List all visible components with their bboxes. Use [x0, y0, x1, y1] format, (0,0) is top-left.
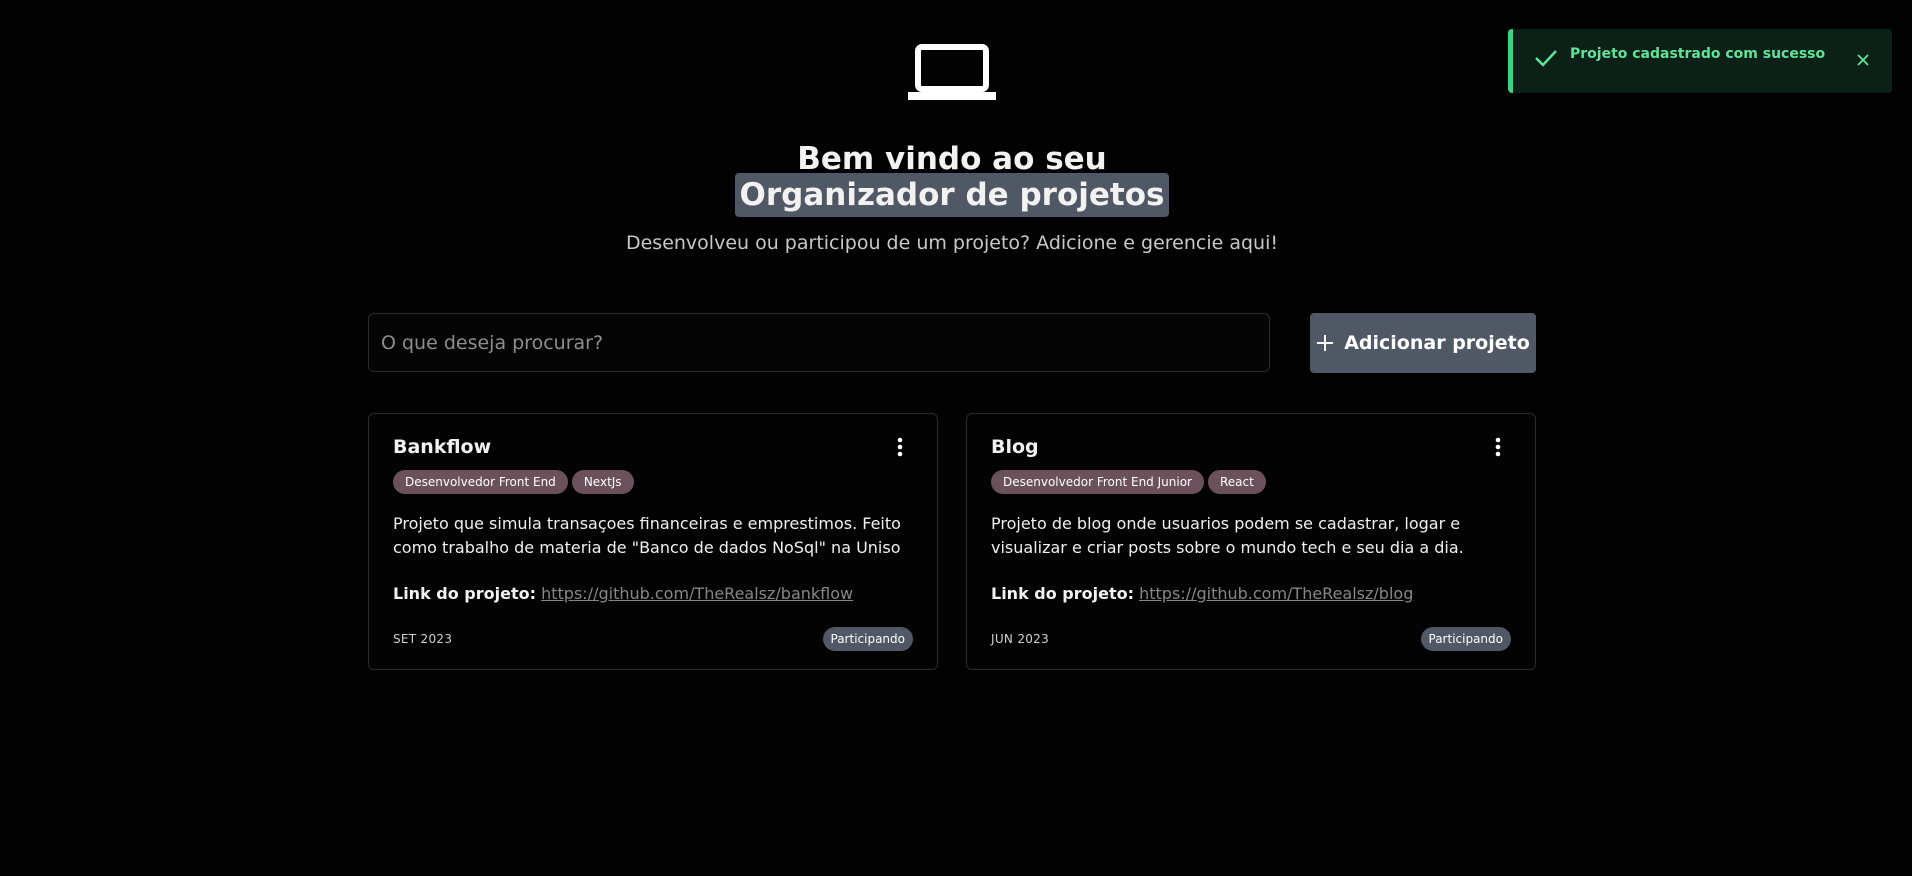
- kebab-menu-icon[interactable]: [1489, 436, 1507, 458]
- project-link-row: Link do projeto: https://github.com/TheR…: [991, 582, 1413, 606]
- project-link[interactable]: https://github.com/TheRealsz/bankflow: [541, 584, 853, 603]
- check-icon: [1535, 50, 1557, 67]
- page-subtitle: Desenvolveu ou participou de um projeto?…: [625, 232, 1278, 254]
- tech-tag: React: [1207, 470, 1266, 494]
- project-link-label: Link do projeto:: [991, 584, 1135, 603]
- kebab-menu-icon[interactable]: [891, 436, 909, 458]
- laptop-icon: [908, 44, 996, 100]
- plus-icon: [1317, 335, 1334, 351]
- status-badge: Participando: [1420, 627, 1511, 651]
- toast-message: Projeto cadastrado com sucesso: [1570, 46, 1826, 62]
- success-toast: Projeto cadastrado com sucesso: [1508, 29, 1892, 93]
- project-link-row: Link do projeto: https://github.com/TheR…: [393, 582, 853, 606]
- project-tags: Desenvolvedor Front End Junior React: [991, 470, 1266, 494]
- search-input[interactable]: [369, 314, 1269, 371]
- page-title-line2-wrap: Organizador de projetos: [0, 173, 1904, 217]
- tech-tag: NextJs: [571, 470, 634, 494]
- project-card: Bankflow Desenvolvedor Front End NextJs …: [368, 413, 938, 670]
- page-title-highlight: Organizador de projetos: [734, 173, 1170, 217]
- project-tags: Desenvolvedor Front End NextJs: [393, 470, 634, 494]
- project-date: JUN 2023: [991, 632, 1050, 646]
- add-project-button[interactable]: Adicionar projeto: [1310, 313, 1536, 373]
- project-date: SET 2023: [393, 632, 453, 646]
- project-link-label: Link do projeto:: [393, 584, 537, 603]
- search-box: [368, 313, 1270, 372]
- status-badge: Participando: [822, 627, 913, 651]
- role-tag: Desenvolvedor Front End: [393, 470, 568, 494]
- close-icon[interactable]: [1856, 53, 1870, 67]
- project-description: Projeto de blog onde usuarios podem se c…: [991, 514, 1464, 557]
- project-title: Blog: [991, 436, 1039, 458]
- page: Bem vindo ao seu Organizador de projetos…: [0, 0, 1912, 876]
- role-tag: Desenvolvedor Front End Junior: [991, 470, 1204, 494]
- project-card: Blog Desenvolvedor Front End Junior Reac…: [966, 413, 1536, 670]
- project-title: Bankflow: [393, 436, 492, 458]
- project-description: Projeto que simula transaçoes financeira…: [393, 514, 901, 557]
- add-project-label: Adicionar projeto: [1344, 332, 1530, 354]
- project-link[interactable]: https://github.com/TheRealsz/blog: [1139, 584, 1413, 603]
